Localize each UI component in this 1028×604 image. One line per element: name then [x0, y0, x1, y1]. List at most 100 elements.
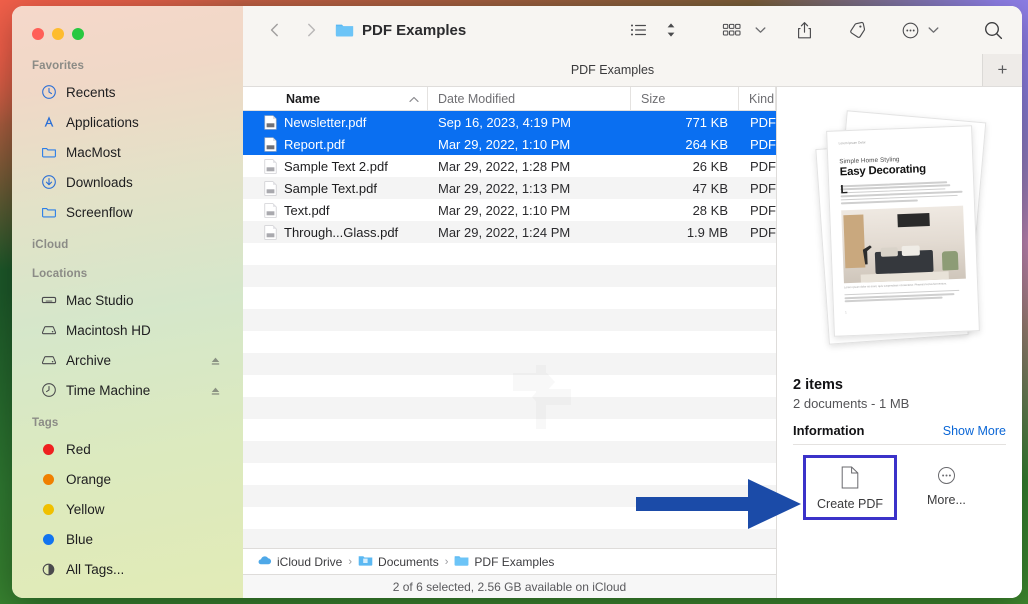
file-date-cell: Mar 29, 2022, 1:24 PM	[438, 224, 571, 240]
sidebar-item-macintosh-hd[interactable]: Macintosh HD	[20, 315, 235, 345]
sidebar-section-locations: Locations	[32, 268, 88, 280]
document-sheet-front: Lorem Ipsum Dolor Simple Home Styling Ea…	[825, 125, 980, 337]
folder-icon	[454, 554, 469, 570]
group-by-button[interactable]	[717, 16, 747, 44]
breadcrumb-pdf-examples[interactable]: PDF Examples	[454, 554, 554, 570]
column-header-size[interactable]: Size	[631, 87, 739, 110]
toolbar: PDF Examples	[243, 6, 1022, 54]
file-date-cell: Mar 29, 2022, 1:13 PM	[438, 180, 571, 196]
file-size-cell: 771 KB	[685, 114, 728, 130]
file-name-cell: Sample Text.pdf	[243, 181, 428, 196]
eject-icon[interactable]	[210, 355, 221, 366]
finder-window: Favorites Recents Applications MacMost D…	[12, 6, 1022, 598]
sidebar-item-recents[interactable]: Recents	[20, 77, 235, 107]
tab-pdf-examples[interactable]: PDF Examples	[243, 54, 982, 86]
tab-label: PDF Examples	[570, 63, 655, 77]
show-more-link[interactable]: Show More	[943, 424, 1006, 438]
sidebar-item-all-tags[interactable]: All Tags...	[20, 554, 235, 584]
file-name-text: Text.pdf	[284, 202, 330, 218]
sidebar-item-archive[interactable]: Archive	[20, 345, 235, 375]
sidebar-section-tags: Tags	[32, 417, 59, 429]
table-row[interactable]: Sample Text.pdf Mar 29, 2022, 1:13 PM 47…	[243, 177, 776, 199]
share-button[interactable]	[792, 16, 817, 44]
search-icon[interactable]	[979, 16, 1008, 44]
column-header-label: Kind	[749, 91, 775, 106]
sidebar-item-applications[interactable]: Applications	[20, 107, 235, 137]
create-pdf-label: Create PDF	[817, 497, 883, 511]
file-kind-cell: PDF D	[750, 136, 776, 152]
main-area: PDF Examples PDF Examples + Name Date Mo…	[243, 6, 1022, 598]
close-button[interactable]	[32, 28, 44, 40]
new-tab-button[interactable]: +	[982, 54, 1022, 86]
file-size-cell: 28 KB	[692, 202, 728, 218]
sidebar-item-time-machine[interactable]: Time Machine	[20, 375, 235, 405]
preview-body-text: L	[840, 181, 963, 204]
sidebar-item-macmost[interactable]: MacMost	[20, 137, 235, 167]
sort-button[interactable]	[661, 16, 681, 44]
forward-button[interactable]	[297, 16, 325, 44]
sidebar-item-label: All Tags...	[66, 561, 125, 577]
alltags-icon	[40, 561, 57, 578]
tag-dot-orange-icon	[43, 473, 54, 485]
zoom-button[interactable]	[72, 28, 84, 40]
documents-folder-icon	[358, 554, 373, 570]
sidebar-item-label: MacMost	[66, 144, 121, 160]
file-name-text: Sample Text 2.pdf	[284, 158, 388, 174]
column-header-label: Date Modified	[438, 91, 516, 106]
empty-row	[243, 463, 776, 485]
tag-dot-yellow-icon	[43, 503, 54, 515]
toolbar-view-group	[625, 16, 681, 44]
breadcrumb-label: Documents	[378, 554, 439, 569]
breadcrumb-documents[interactable]: Documents	[358, 554, 439, 570]
sidebar-item-downloads[interactable]: Downloads	[20, 167, 235, 197]
empty-row	[243, 507, 776, 529]
column-header-kind[interactable]: Kind	[739, 87, 776, 110]
table-row[interactable]: Text.pdf Mar 29, 2022, 1:10 PM 28 KB PDF…	[243, 199, 776, 221]
sidebar-item-label: Applications	[66, 114, 139, 130]
folder-icon	[40, 204, 57, 221]
document-icon	[840, 466, 860, 492]
minimize-button[interactable]	[52, 28, 64, 40]
sidebar-item-label: Time Machine	[66, 382, 151, 398]
back-button[interactable]	[261, 16, 289, 44]
tag-icon[interactable]	[843, 16, 871, 44]
eject-icon[interactable]	[210, 385, 221, 396]
folder-title-text: PDF Examples	[362, 21, 467, 39]
sidebar-item-tag-yellow[interactable]: Yellow	[20, 494, 235, 524]
window-controls[interactable]	[12, 6, 243, 54]
sidebar-item-tag-orange[interactable]: Orange	[20, 464, 235, 494]
pdf-file-icon	[264, 114, 277, 130]
more-actions-button[interactable]: More...	[923, 455, 970, 513]
file-size-cell: 47 KB	[692, 180, 728, 196]
empty-row	[243, 441, 776, 463]
sidebar-item-tag-blue[interactable]: Blue	[20, 524, 235, 554]
file-name-text: Newsletter.pdf	[284, 114, 367, 130]
sidebar-item-tag-red[interactable]: Red	[20, 434, 235, 464]
empty-row	[243, 331, 776, 353]
chevron-down-icon[interactable]	[924, 16, 943, 44]
breadcrumb-label: iCloud Drive	[277, 554, 343, 569]
sidebar-item-screenflow[interactable]: Screenflow	[20, 197, 235, 227]
quick-actions: Create PDF More...	[777, 445, 1022, 520]
list-view-button[interactable]	[625, 16, 653, 44]
table-row[interactable]: Sample Text 2.pdf Mar 29, 2022, 1:28 PM …	[243, 155, 776, 177]
sidebar-item-mac-studio[interactable]: Mac Studio	[20, 285, 235, 315]
more-label: More...	[927, 493, 966, 507]
information-header: Information Show More	[793, 423, 1006, 445]
sidebar-section-icloud: iCloud	[32, 239, 69, 251]
more-actions-button[interactable]	[897, 16, 924, 44]
table-row[interactable]: Report.pdf Mar 29, 2022, 1:10 PM 264 KB …	[243, 133, 776, 155]
chevron-down-icon[interactable]	[751, 16, 770, 44]
column-header-date-modified[interactable]: Date Modified	[428, 87, 631, 110]
folder-icon	[335, 22, 354, 38]
breadcrumb-icloud-drive[interactable]: iCloud Drive	[257, 555, 342, 569]
file-name-cell: Through...Glass.pdf	[243, 225, 428, 240]
file-size-cell: 264 KB	[685, 136, 728, 152]
tag-dot-red-icon	[43, 443, 54, 455]
preview-kicker: Lorem Ipsum Dolor	[838, 140, 866, 146]
column-header-name[interactable]: Name	[243, 87, 428, 110]
file-name-text: Through...Glass.pdf	[284, 224, 399, 240]
table-row[interactable]: Newsletter.pdf Sep 16, 2023, 4:19 PM 771…	[243, 111, 776, 133]
create-pdf-button[interactable]: Create PDF	[803, 455, 897, 520]
table-row[interactable]: Through...Glass.pdf Mar 29, 2022, 1:24 P…	[243, 221, 776, 243]
